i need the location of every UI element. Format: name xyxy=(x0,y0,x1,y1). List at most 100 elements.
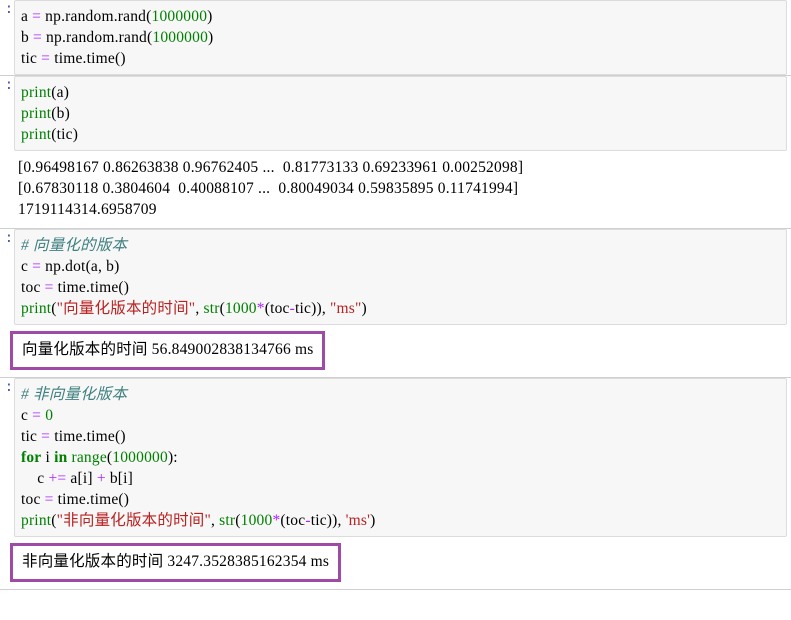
code-token-plain: ) xyxy=(207,8,213,25)
code-token-plain: np.random.rand( xyxy=(41,29,153,46)
code-line: c += a[i] + b[i] xyxy=(21,468,786,489)
code-token-num: 1000000 xyxy=(112,449,168,466)
code-token-builtin: print xyxy=(21,300,52,317)
notebook-cell[interactable]: : # 向量化的版本 c = np.dot(a, b) toc = time.time… xyxy=(0,229,791,377)
code-input-area[interactable]: # 向量化的版本 c = np.dot(a, b) toc = time.time(… xyxy=(14,229,787,325)
notebook-cell[interactable]: : # 非向量化版本 c = 0 tic = time.time() for i in … xyxy=(0,378,791,589)
cell-prompt-label: : xyxy=(4,79,13,94)
cell-prompt-label: : xyxy=(4,232,13,247)
output-line: 非向量化版本的时间 3247.3528385162354 ms xyxy=(22,553,330,570)
code-token-plain: (tic) xyxy=(51,126,79,143)
code-token-cmt: # 向量化的版本 xyxy=(21,237,128,254)
notebook-cell[interactable]: :a = np.random.rand(1000000) b = np.rando… xyxy=(0,0,791,75)
notebook-container: :a = np.random.rand(1000000) b = np.rando… xyxy=(0,0,791,590)
code-token-str: "向量化版本的时间" xyxy=(56,300,196,317)
code-token-plain: tic)), xyxy=(310,512,346,529)
output-line: 1719114314.6958709 xyxy=(18,201,157,218)
code-token-num: 0 xyxy=(45,407,54,424)
code-line: print(a) xyxy=(21,82,786,103)
code-token-plain: tic xyxy=(21,50,42,67)
code-token-op: = xyxy=(32,258,42,275)
code-token-str: "ms" xyxy=(329,300,362,317)
code-line: print("向量化版本的时间", str(1000*(toc-tic)), "… xyxy=(21,298,786,319)
code-token-op: = xyxy=(33,29,42,46)
code-token-plain: tic)), xyxy=(295,300,330,317)
code-token-plain: np.random.rand( xyxy=(41,8,152,25)
code-token-op: = xyxy=(44,279,54,296)
code-token-plain: b[i] xyxy=(105,470,134,487)
code-line: b = np.random.rand(1000000) xyxy=(21,27,786,48)
code-token-plain: ) xyxy=(370,512,376,529)
output-line: 向量化版本的时间 56.849002838134766 ms xyxy=(22,341,314,358)
cell-output-stdout: [0.96498167 0.86263838 0.96762405 ... 0.… xyxy=(18,151,791,228)
code-token-op: + xyxy=(96,470,106,487)
code-line: for i in range(1000000): xyxy=(21,447,786,468)
code-token-plain: (b) xyxy=(51,105,70,122)
code-token-plain: toc xyxy=(21,279,45,296)
code-token-plain: a xyxy=(21,8,33,25)
code-token-builtin: print xyxy=(21,126,52,143)
cell-output-highlight-box: 向量化版本的时间 56.849002838134766 ms xyxy=(10,331,326,370)
code-token-plain: tic xyxy=(21,428,42,445)
code-token-plain: c xyxy=(21,407,33,424)
cell-output-highlight-wrap: 向量化版本的时间 56.849002838134766 ms xyxy=(10,325,791,377)
code-token-plain: np.dot(a, b) xyxy=(41,258,120,275)
code-token-plain: a[i] xyxy=(66,470,97,487)
code-token-plain: ): xyxy=(167,449,178,466)
code-token-plain: i xyxy=(41,449,55,466)
code-token-op: = xyxy=(32,407,42,424)
code-input-area[interactable]: # 非向量化版本 c = 0 tic = time.time() for i in r… xyxy=(14,378,787,537)
code-token-num: 1000000 xyxy=(152,29,209,46)
code-token-op: = xyxy=(44,491,54,508)
code-line: toc = time.time() xyxy=(21,277,786,298)
code-token-plain: time.time() xyxy=(50,428,126,445)
code-token-op: = xyxy=(41,50,51,67)
code-token-cmt: # 非向量化版本 xyxy=(21,386,128,403)
code-token-builtin: print xyxy=(21,84,52,101)
code-token-op: * xyxy=(256,300,265,317)
code-input-area[interactable]: a = np.random.rand(1000000) b = np.random… xyxy=(14,0,787,75)
code-token-plain: ) xyxy=(361,300,367,317)
code-token-kw: for xyxy=(21,449,42,466)
code-token-num: 1000 xyxy=(240,512,273,529)
code-line: print(b) xyxy=(21,103,786,124)
code-token-kw: in xyxy=(54,449,68,466)
code-token-plain: time.time() xyxy=(53,491,130,508)
code-token-plain: toc xyxy=(21,491,45,508)
cell-output-highlight-box: 非向量化版本的时间 3247.3528385162354 ms xyxy=(10,543,342,582)
code-line: print(tic) xyxy=(21,124,786,145)
code-token-op: = xyxy=(32,8,42,25)
output-line: [0.96498167 0.86263838 0.96762405 ... 0.… xyxy=(18,159,524,176)
output-line: [0.67830118 0.3804604 0.40088107 ... 0.8… xyxy=(18,180,519,197)
code-token-str: "非向量化版本的时间" xyxy=(56,512,212,529)
code-token-plain: ) xyxy=(208,29,214,46)
code-token-num: 1000000 xyxy=(151,8,208,25)
code-token-builtin: print xyxy=(21,105,52,122)
code-token-plain: c xyxy=(21,258,33,275)
code-token-builtin: range xyxy=(71,449,107,466)
code-token-builtin: print xyxy=(21,512,52,529)
code-line: print("非向量化版本的时间", str(1000*(toc-tic)), … xyxy=(21,510,786,531)
code-token-builtin: str xyxy=(219,512,236,529)
code-line: c = np.dot(a, b) xyxy=(21,256,786,277)
code-token-op: = xyxy=(41,428,51,445)
code-token-plain: time.time() xyxy=(53,279,130,296)
code-token-plain: (a) xyxy=(51,84,70,101)
code-input-area[interactable]: print(a) print(b) print(tic) xyxy=(14,76,787,151)
cell-prompt-label: : xyxy=(4,381,13,396)
notebook-cell[interactable]: : print(a) print(b) print(tic) [0.96498167 0… xyxy=(0,76,791,228)
code-token-plain: b xyxy=(21,29,34,46)
code-token-op: += xyxy=(48,470,67,487)
code-token-plain: c xyxy=(21,470,49,487)
code-token-builtin: str xyxy=(203,300,220,317)
code-token-num: 1000 xyxy=(224,300,257,317)
code-token-plain: , xyxy=(211,512,220,529)
code-line: c = 0 xyxy=(21,405,786,426)
code-line: a = np.random.rand(1000000) xyxy=(21,6,786,27)
code-token-plain: (toc xyxy=(264,300,290,317)
code-token-plain: time.time() xyxy=(50,50,126,67)
code-line: tic = time.time() xyxy=(21,426,786,447)
cell-prompt-label: : xyxy=(4,3,13,18)
code-line: # 向量化的版本 xyxy=(21,235,786,256)
code-line: toc = time.time() xyxy=(21,489,786,510)
